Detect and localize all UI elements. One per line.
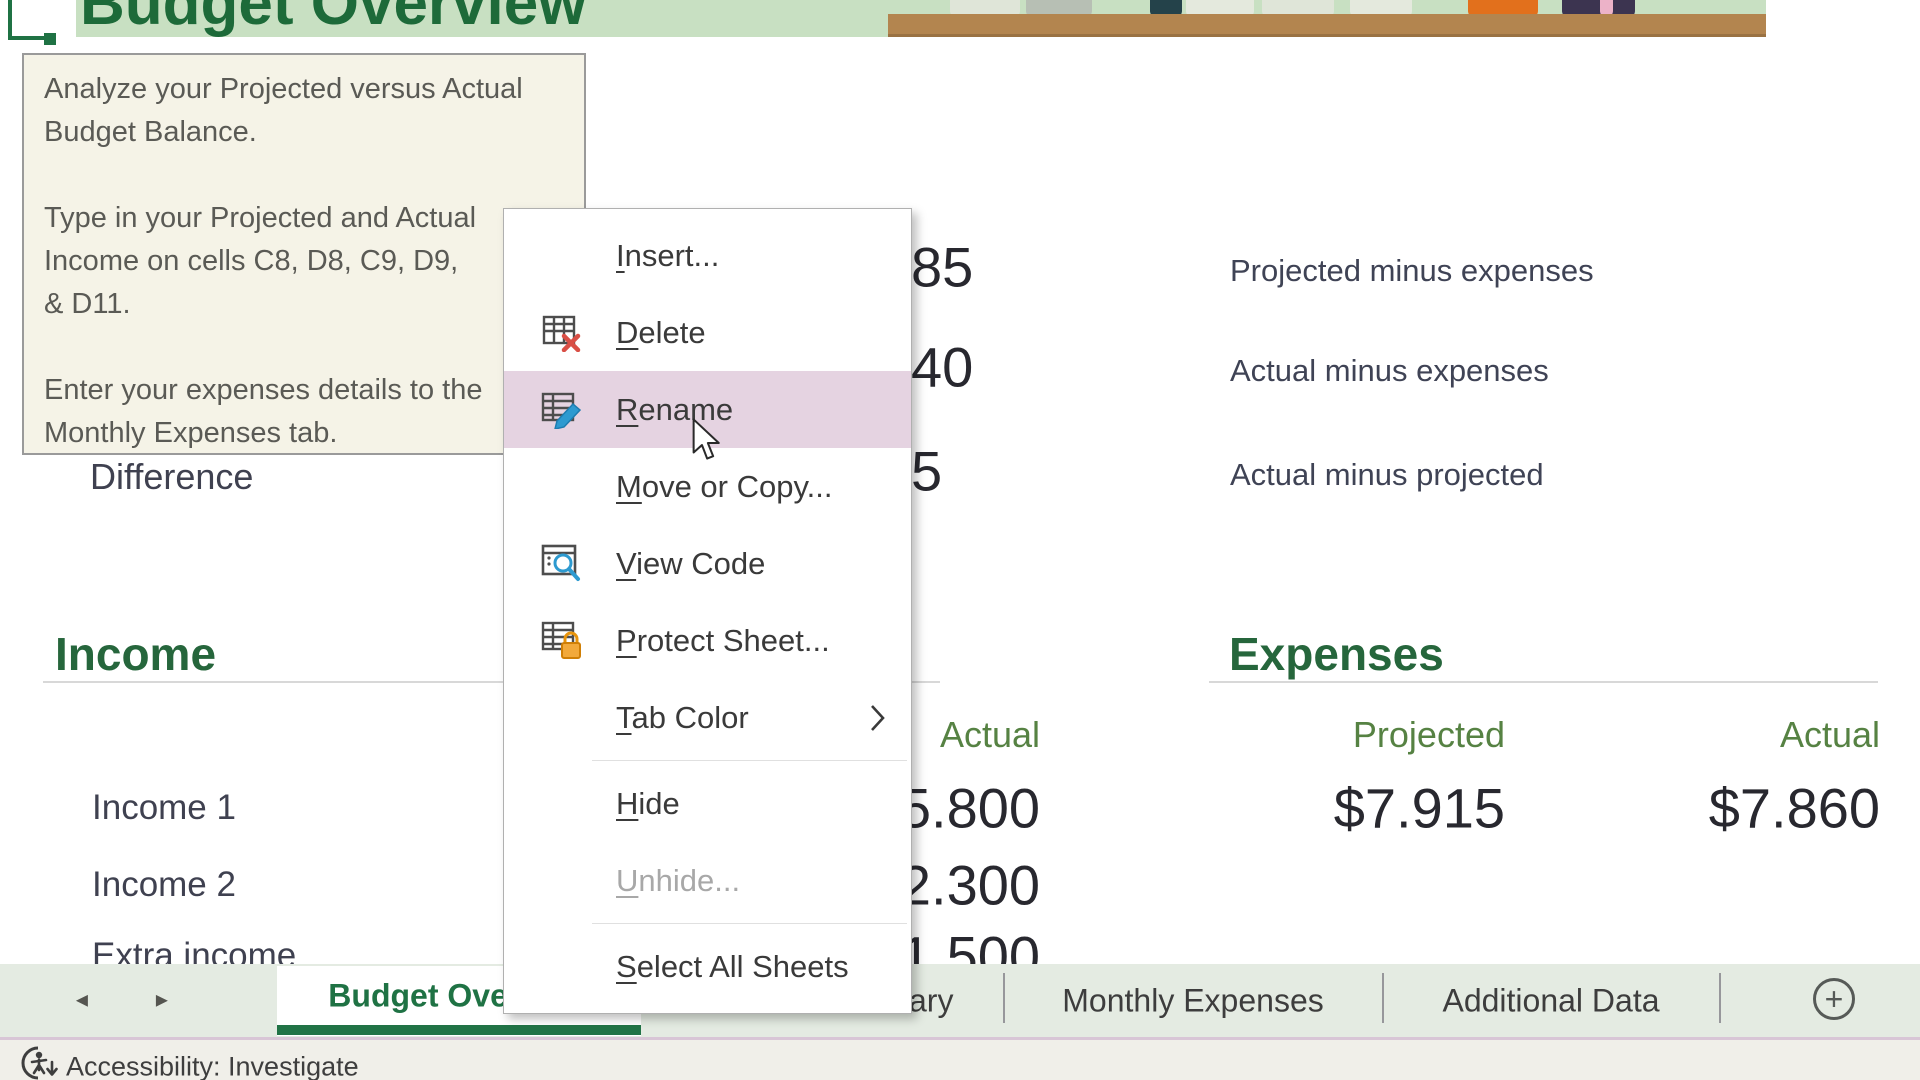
sheet-tab-context-menu: Insert...DeleteRenameMove or Copy...View… [503, 208, 912, 1014]
balance-value[interactable]: 5 [911, 439, 942, 504]
tab-separator [1003, 973, 1005, 1023]
sheet-tab-bar: ◄ ► Budget Overview Summary Monthly Expe… [0, 964, 1920, 1038]
protect-sheet-icon [540, 619, 584, 663]
delete-sheet-icon [540, 311, 584, 355]
mouse-cursor [692, 418, 724, 464]
menu-item-label: Tab Color [616, 700, 749, 736]
active-tab-underline [277, 1025, 641, 1035]
menu-item-insert[interactable]: Insert... [504, 217, 911, 294]
selection-border-left [8, 0, 12, 40]
menu-icon-placeholder [540, 465, 584, 509]
tab-separator [1719, 973, 1721, 1023]
note-text-line: Analyze your Projected versus Actual [44, 68, 584, 111]
balance-description[interactable]: Actual minus expenses [1230, 353, 1549, 389]
expenses-projected-value[interactable]: $7.915 [1280, 776, 1505, 841]
expenses-section-title[interactable]: Expenses [1229, 627, 1444, 681]
rename-sheet-icon [540, 388, 584, 432]
worksheet-note-box[interactable]: Analyze your Projected versus ActualBudg… [22, 53, 586, 455]
view-code-icon [540, 542, 584, 586]
sheet-tab-additional-data[interactable]: Additional Data [1442, 983, 1659, 1020]
accessibility-icon [12, 1044, 62, 1080]
title-banner: Budget Overview [76, 0, 1766, 37]
submenu-chevron-icon [869, 703, 887, 733]
tabs-scroll-left-icon[interactable]: ◄ [72, 990, 92, 1013]
shelf-illustration [888, 0, 1766, 37]
shelf-board-graphic [888, 14, 1766, 37]
tab-separator [1382, 973, 1384, 1023]
menu-icon-placeholder [540, 234, 584, 278]
menu-icon-placeholder [540, 859, 584, 903]
menu-icon-placeholder [540, 782, 584, 826]
status-bar: Accessibility: Investigate [0, 1040, 1920, 1080]
menu-item-unhide: Unhide... [504, 842, 911, 919]
menu-icon-placeholder [540, 696, 584, 740]
menu-item-hide[interactable]: Hide [504, 765, 911, 842]
selection-border-bottom [8, 36, 48, 40]
menu-item-label: Select All Sheets [616, 949, 849, 985]
accessibility-status-text[interactable]: Accessibility: Investigate [66, 1052, 359, 1080]
menu-item-select-all-sheets[interactable]: Select All Sheets [504, 928, 911, 1005]
expenses-actual-column-header[interactable]: Actual [1655, 714, 1880, 756]
page-title: Budget Overview [80, 0, 586, 37]
menu-separator [504, 919, 911, 928]
balance-value[interactable]: 85 [911, 235, 973, 300]
note-text-line: Budget Balance. [44, 111, 584, 154]
expenses-actual-value[interactable]: $7.860 [1655, 776, 1880, 841]
menu-item-label: Insert... [616, 238, 719, 274]
menu-item-tab-color[interactable]: Tab Color [504, 679, 911, 756]
menu-item-label: Delete [616, 315, 706, 351]
balance-description[interactable]: Actual minus projected [1230, 457, 1544, 493]
menu-icon-placeholder [540, 945, 584, 989]
expenses-projected-column-header[interactable]: Projected [1280, 714, 1505, 756]
menu-item-label: Unhide... [616, 863, 740, 899]
selection-fill-handle[interactable] [44, 33, 56, 45]
balance-value[interactable]: 40 [911, 335, 973, 400]
menu-item-label: Protect Sheet... [616, 623, 830, 659]
tabs-scroll-right-icon[interactable]: ► [152, 990, 172, 1013]
menu-item-label: Hide [616, 786, 680, 822]
menu-separator [504, 756, 911, 765]
menu-item-protect-sheet[interactable]: Protect Sheet... [504, 602, 911, 679]
note-text-line [44, 154, 584, 197]
difference-row-label[interactable]: Difference [90, 456, 253, 498]
menu-item-label: Move or Copy... [616, 469, 833, 505]
expenses-section-rule [1209, 681, 1878, 683]
menu-item-label: View Code [616, 546, 765, 582]
menu-item-view-code[interactable]: View Code [504, 525, 911, 602]
income-row-label[interactable]: Income 2 [92, 865, 236, 905]
sheet-tab-monthly-expenses[interactable]: Monthly Expenses [1062, 983, 1323, 1020]
menu-item-delete[interactable]: Delete [504, 294, 911, 371]
add-sheet-button[interactable]: + [1813, 978, 1855, 1020]
income-section-title[interactable]: Income [55, 627, 216, 681]
balance-description[interactable]: Projected minus expenses [1230, 253, 1594, 289]
income-row-label[interactable]: Income 1 [92, 788, 236, 828]
